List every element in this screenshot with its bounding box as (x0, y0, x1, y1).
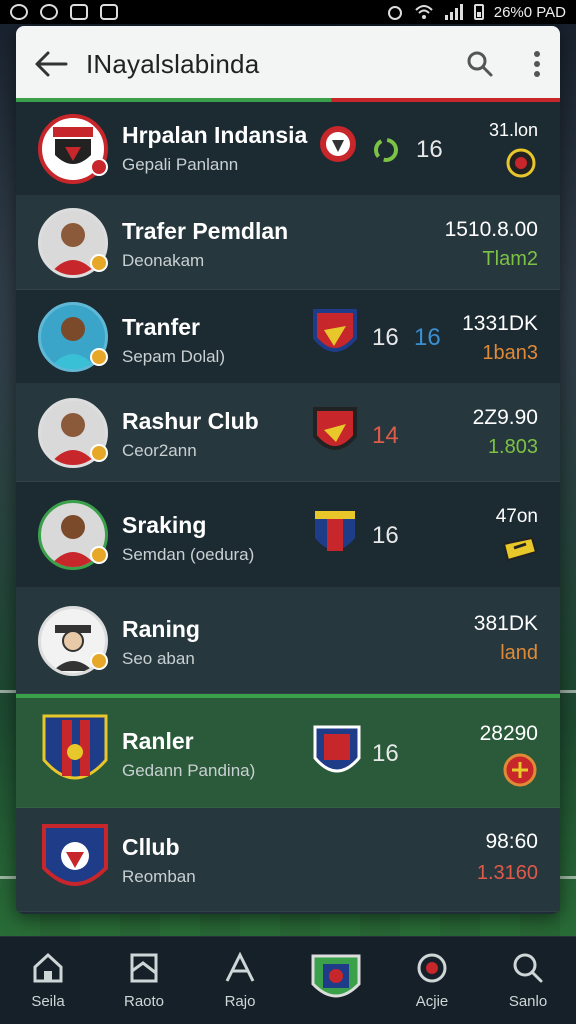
boot-icon (502, 536, 538, 562)
row-subtitle: Semdan (oedura) (122, 545, 255, 564)
row-title: Rashur Club (122, 408, 259, 434)
club-crest-icon (311, 954, 361, 997)
points-value-secondary: 16 (414, 324, 441, 351)
nav-item-raoto[interactable]: Raoto (104, 951, 184, 1010)
club-crest-icon (42, 714, 108, 780)
points-value: 14 (372, 422, 399, 449)
app-bar: INayalslabinda (16, 26, 560, 102)
value-bottom: 1.3160 (476, 862, 538, 884)
value-bottom: land (500, 642, 538, 664)
search-icon (513, 953, 543, 983)
nav-label: Sanlo (508, 993, 548, 1010)
value-bottom: Tlam2 (482, 248, 538, 270)
row-subtitle: Reomban (122, 867, 196, 886)
flag-icon (130, 953, 158, 983)
list-item[interactable]: Cllub Reomban 98:60 1.3160 (16, 808, 560, 912)
nav-label: Raoto (123, 993, 165, 1010)
row-subtitle: Seo aban (122, 649, 195, 668)
points-value: 16 (372, 324, 399, 351)
row-subtitle: Deonakam (122, 251, 205, 270)
value-top: 1510.8.00 (444, 218, 538, 241)
wifi-icon (415, 5, 433, 19)
value-top: 47on (495, 506, 538, 527)
value-top: 381DK (473, 612, 538, 635)
award-icon (503, 753, 537, 787)
list-item[interactable]: Trafer Pemdlan Deonakam 1510.8.00 Tlam2 (16, 196, 560, 290)
row-title: Sraking (122, 512, 207, 538)
team-crest-icon (320, 126, 356, 162)
page-title: INayalslabinda (86, 48, 260, 79)
value-top: 1331DK (462, 312, 538, 335)
status-badge (90, 158, 108, 176)
nav-item-search[interactable]: Sanlo (488, 951, 568, 1010)
nav-item-home[interactable]: Seila (8, 951, 88, 1010)
value-bottom: 1.803 (487, 436, 538, 458)
search-icon[interactable] (466, 50, 494, 78)
nav-item-rajo[interactable]: Rajo (200, 951, 280, 1010)
points-value: 16 (416, 136, 443, 163)
row-title: Cllub (122, 834, 180, 860)
row-subtitle: Gedann Pandina) (122, 761, 256, 780)
row-title: Trafer Pemdlan (122, 218, 289, 244)
nav-item-club[interactable] (296, 954, 376, 1006)
bottom-navigation: Seila Raoto Rajo Acjie Sanlo (0, 936, 576, 1024)
list-item[interactable]: Ranler Gedann Pandina) 16 28290 (16, 694, 560, 808)
team-crest-icon (315, 511, 355, 551)
refresh-icon (374, 138, 398, 162)
nav-label: Acjie (415, 993, 449, 1010)
badge-icon (417, 953, 447, 983)
team-crest-icon (313, 407, 357, 450)
status-bar: 26%0 PAD (0, 0, 576, 24)
row-title: Ranler (122, 728, 194, 754)
points-value: 16 (372, 740, 399, 767)
status-text: 26%0 PAD (493, 3, 566, 21)
image-icon (70, 4, 88, 20)
status-icons-right: 26%0 PAD (386, 4, 566, 21)
app-icon (100, 4, 118, 20)
row-title: Hrpalan Indansia (122, 122, 308, 148)
value-top: 28290 (479, 722, 538, 745)
notification-icon (10, 4, 28, 20)
club-crest-icon (42, 824, 108, 886)
ranking-card: INayalslabinda Hrpalan Indansia Gepali P… (16, 26, 560, 914)
value-top: 98:60 (485, 830, 538, 853)
status-badge (90, 348, 108, 366)
list-item[interactable]: Rashur Club Ceor2ann 14 2Z9.90 1.803 (16, 384, 560, 482)
nav-label: Rajo (224, 993, 256, 1010)
status-badge (90, 546, 108, 564)
row-subtitle: Sepam Dolal) (122, 347, 225, 366)
battery-icon (473, 4, 484, 20)
team-crest-icon (313, 725, 361, 773)
status-icons-left (10, 4, 118, 20)
status-badge (90, 254, 108, 272)
arrow-left-icon[interactable] (34, 50, 68, 78)
status-badge (90, 652, 108, 670)
alarm-icon (387, 6, 402, 20)
status-badge (90, 444, 108, 462)
ball-icon (506, 148, 536, 178)
list-item[interactable]: Raning Seo aban 381DK land (16, 588, 560, 694)
value-top: 2Z9.90 (472, 406, 538, 429)
row-title: Tranfer (122, 314, 200, 340)
list-item[interactable]: Tranfer Sepam Dolal) 16 16 1331DK 1ban3 (16, 290, 560, 384)
row-title: Raning (122, 616, 200, 642)
row-subtitle: Ceor2ann (122, 441, 197, 460)
more-vertical-icon[interactable] (532, 50, 542, 78)
row-subtitle: Gepali Panlann (122, 155, 239, 174)
rank-icon (225, 951, 255, 982)
points-value: 16 (372, 522, 399, 549)
signal-icon (444, 4, 463, 20)
list-item[interactable]: Sraking Semdan (oedura) 16 47on (16, 482, 560, 588)
home-icon (33, 952, 63, 983)
list-item[interactable]: Hrpalan Indansia Gepali Panlann 16 31.lo… (16, 102, 560, 196)
value-top: 31.lon (488, 120, 538, 140)
team-crest-icon (313, 309, 357, 352)
sync-icon (40, 4, 58, 20)
nav-item-acjie[interactable]: Acjie (392, 951, 472, 1010)
value-bottom: 1ban3 (482, 342, 538, 364)
nav-label: Seila (31, 993, 65, 1010)
ranking-list: Hrpalan Indansia Gepali Panlann 16 31.lo… (16, 102, 560, 912)
